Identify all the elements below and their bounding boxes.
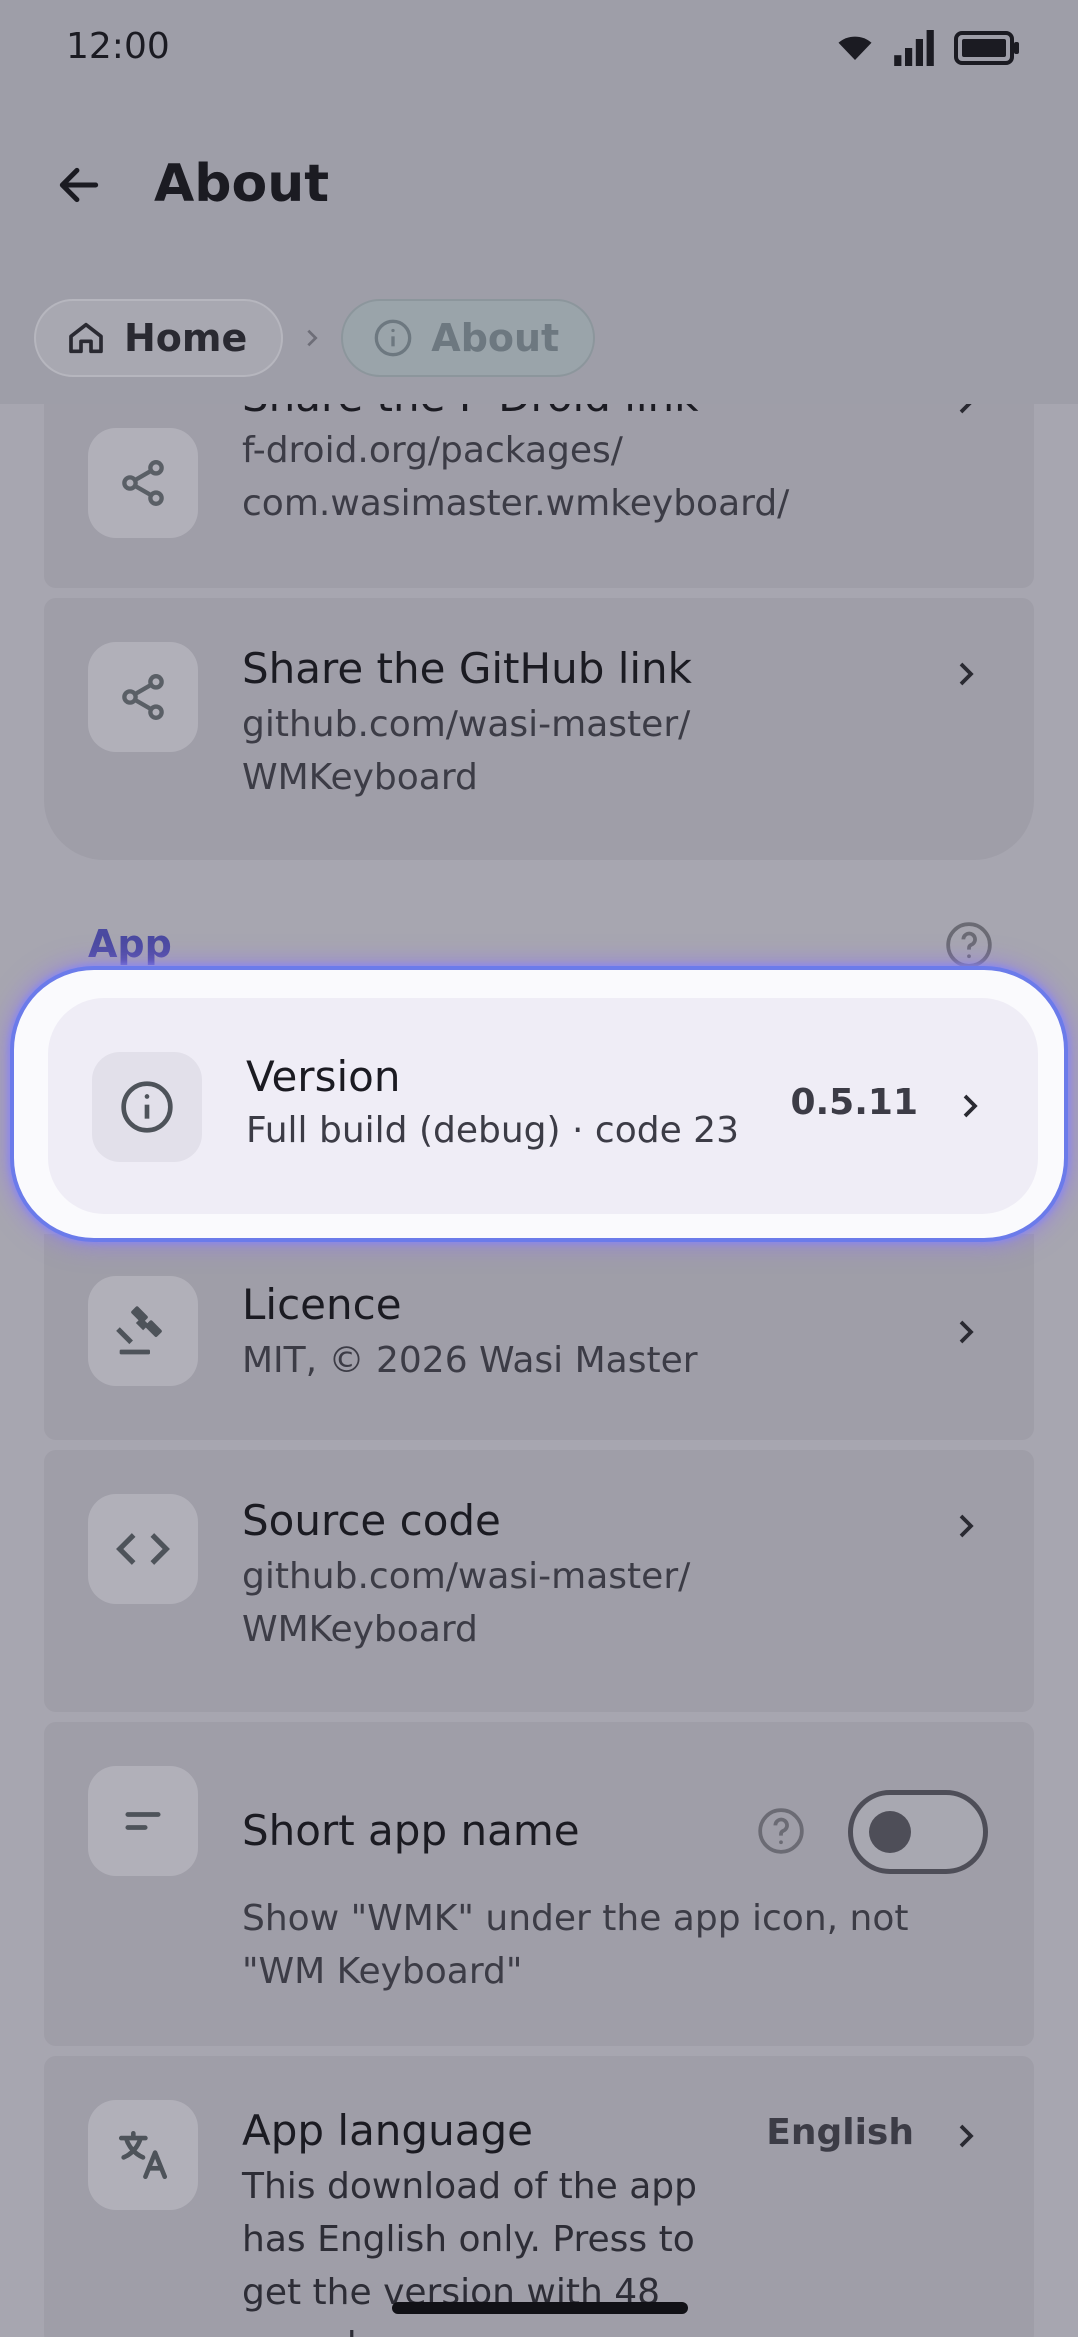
code-icon — [116, 1533, 170, 1565]
help-icon[interactable] — [756, 1806, 806, 1860]
short-app-name-item[interactable]: Short app name Show "WMK" under the app … — [44, 1722, 1034, 2046]
breadcrumb: Home About — [34, 298, 596, 378]
short-app-name-title: Short app name — [242, 1806, 580, 1855]
chevron-right-icon — [946, 654, 986, 694]
share-icon — [122, 460, 164, 506]
licence-subtitle: MIT, © 2026 Wasi Master — [242, 1340, 698, 1381]
app-language-value: English — [766, 2112, 914, 2153]
chevron-right-icon — [950, 1086, 990, 1126]
chevron-right-icon — [946, 2116, 986, 2156]
chevron-right-icon — [946, 1506, 986, 1546]
share-icon-box — [88, 428, 198, 538]
version-title: Version — [246, 1052, 401, 1101]
gavel-icon — [116, 1306, 162, 1355]
wifi-icon — [838, 36, 872, 60]
signal-icon — [894, 30, 934, 66]
source-code-subtitle: github.com/wasi-master/ WMKeyboard — [242, 1556, 691, 1650]
short-text-icon-box — [88, 1766, 198, 1876]
arrow-left-icon — [59, 167, 99, 203]
info-icon — [374, 319, 412, 357]
chevron-right-icon — [946, 1312, 986, 1352]
home-indicator[interactable] — [392, 2302, 688, 2314]
status-time: 12:00 — [66, 26, 170, 67]
licence-item[interactable]: Licence MIT, © 2026 Wasi Master — [44, 1234, 1034, 1440]
section-app-label: App — [88, 922, 172, 966]
source-code-item[interactable]: Source code github.com/wasi-master/ WMKe… — [44, 1450, 1034, 1712]
short-app-name-subtitle: Show "WMK" under the app icon, not "WM K… — [242, 1898, 909, 1992]
top-app-chrome: 12:00 About Home About — [0, 0, 1078, 404]
short-app-name-toggle[interactable] — [848, 1790, 988, 1874]
battery-icon — [954, 31, 1019, 65]
translate-icon-box — [88, 2100, 198, 2210]
info-icon — [121, 1081, 173, 1133]
toggle-knob — [869, 1811, 911, 1853]
share-github-item[interactable]: Share the GitHub link github.com/wasi-ma… — [44, 598, 1034, 860]
chevron-right-icon — [283, 327, 341, 349]
share-fdroid-subtitle: f-droid.org/packages/ com.wasimaster.wmk… — [242, 430, 790, 524]
breadcrumb-home[interactable]: Home — [34, 299, 284, 377]
status-bar: 12:00 — [0, 0, 1078, 96]
breadcrumb-about-label: About — [431, 316, 560, 360]
version-item[interactable]: Version Full build (debug) · code 23 0.5… — [48, 998, 1038, 1214]
app-language-title: App language — [242, 2106, 533, 2155]
app-bar: About — [0, 130, 1078, 240]
status-icons — [836, 28, 1020, 68]
share-github-title: Share the GitHub link — [242, 644, 693, 693]
code-icon-box — [88, 1494, 198, 1604]
share-icon — [122, 674, 164, 720]
gavel-icon-box — [88, 1276, 198, 1386]
version-subtitle: Full build (debug) · code 23 — [246, 1110, 739, 1151]
app-language-item[interactable]: App language This download of the app ha… — [44, 2056, 1034, 2337]
source-code-title: Source code — [242, 1496, 501, 1545]
breadcrumb-about[interactable]: About — [341, 299, 596, 377]
breadcrumb-home-label: Home — [124, 316, 248, 360]
licence-title: Licence — [242, 1280, 402, 1329]
page-title: About — [154, 154, 330, 214]
version-item-highlight[interactable]: Version Full build (debug) · code 23 0.5… — [10, 966, 1068, 1242]
short-text-icon — [125, 1812, 161, 1830]
share-icon-box — [88, 642, 198, 752]
back-button[interactable] — [44, 150, 114, 220]
share-github-subtitle: github.com/wasi-master/ WMKeyboard — [242, 704, 691, 798]
version-value: 0.5.11 — [790, 1082, 918, 1123]
info-icon-box — [92, 1052, 202, 1162]
translate-icon — [118, 2130, 168, 2180]
home-icon — [69, 322, 103, 354]
